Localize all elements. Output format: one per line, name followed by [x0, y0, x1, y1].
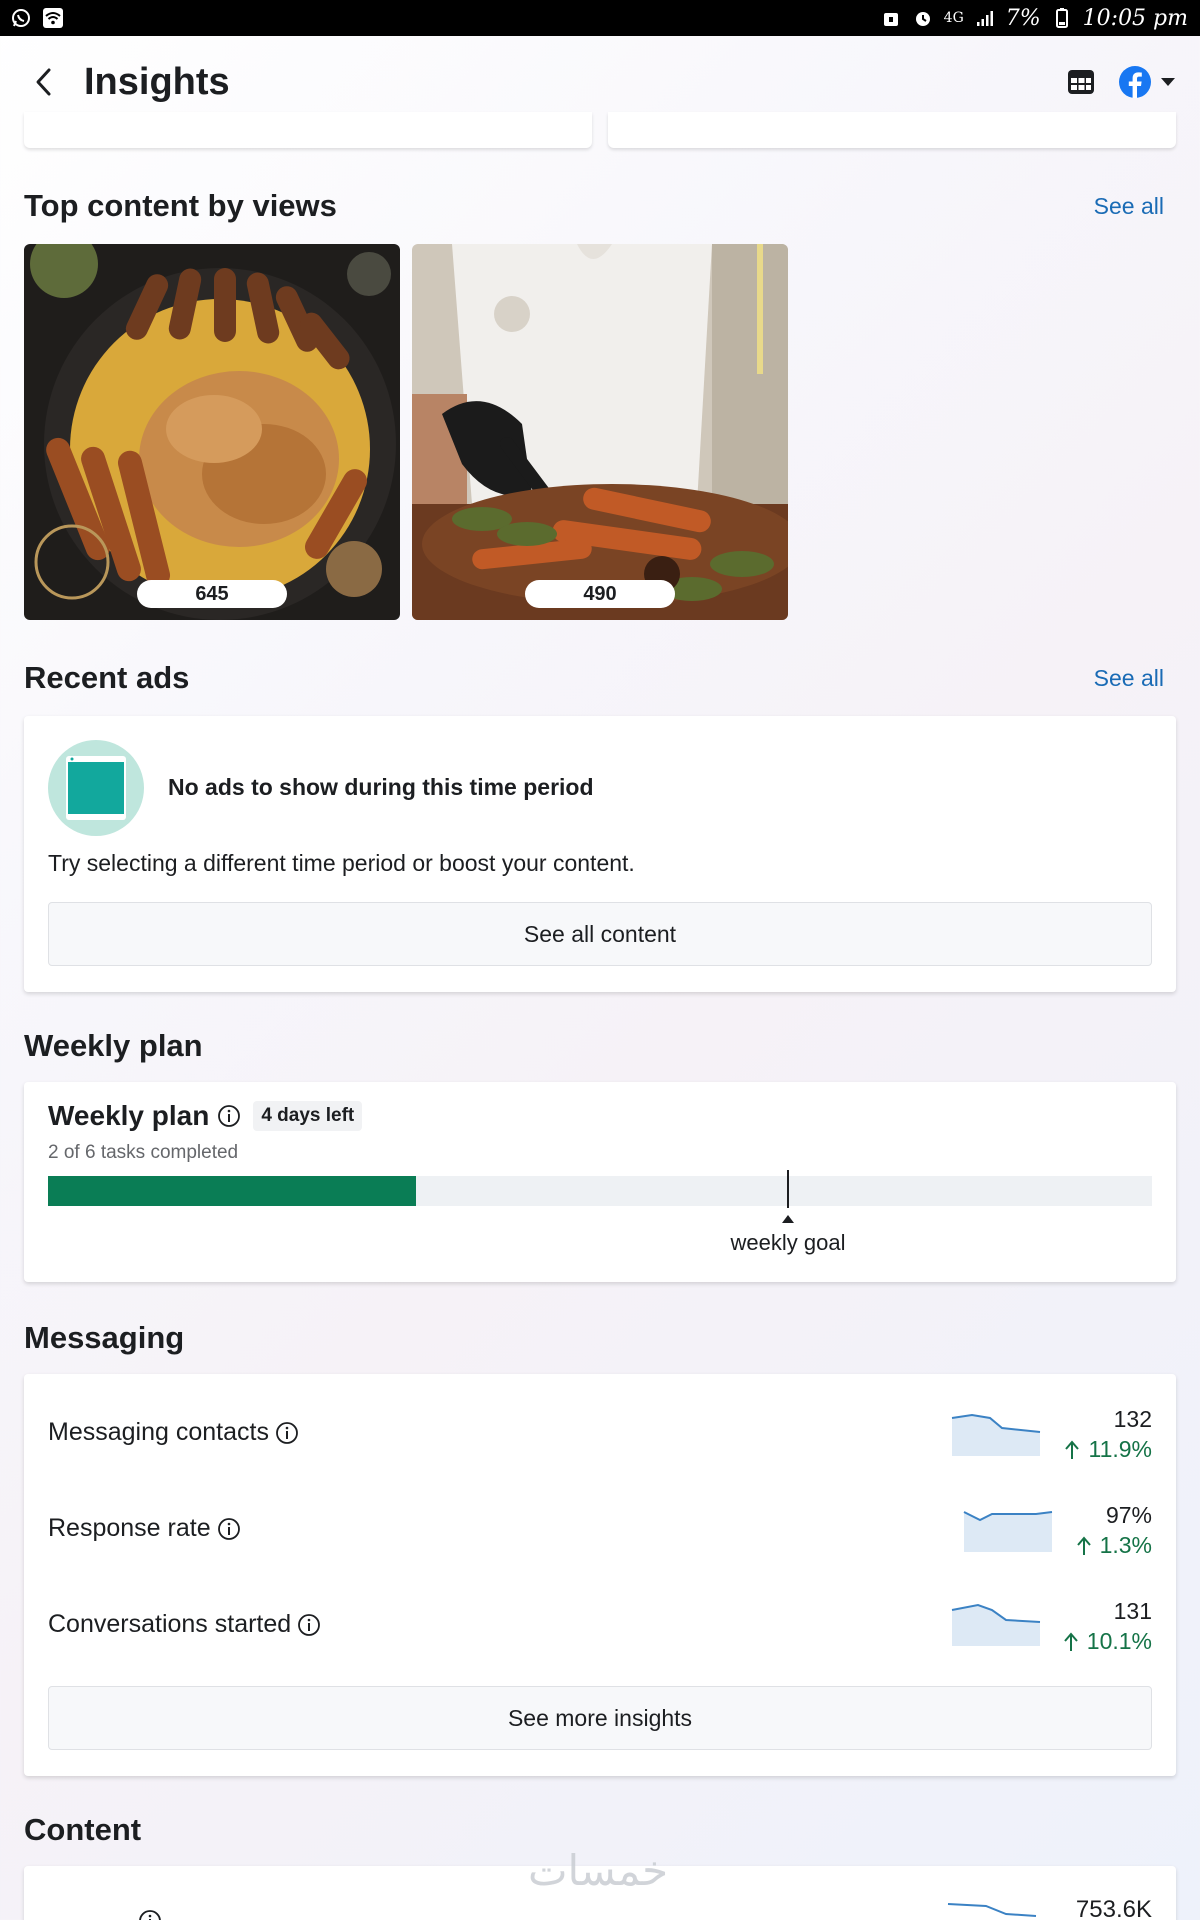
recent-ads-title: Recent ads [24, 660, 190, 695]
chef-serving-image [412, 244, 788, 620]
info-icon[interactable] [217, 1517, 241, 1541]
weekly-plan-progress-fill [48, 1176, 416, 1206]
status-bar: 4G 7% 10:05 pm [0, 0, 1200, 36]
content-section-title: Content [24, 1812, 142, 1847]
metric-label-text: Messaging contacts [48, 1418, 269, 1446]
views-count-badge: 490 [525, 580, 675, 608]
top-content-see-all-link[interactable]: See all [1094, 193, 1164, 220]
metric-label: Response rate [48, 1514, 241, 1543]
signal-icon [976, 11, 993, 26]
metric-value: 131 [1113, 1598, 1152, 1624]
see-more-insights-button[interactable]: See more insights [48, 1686, 1152, 1750]
info-icon[interactable] [217, 1104, 241, 1128]
whatsapp-icon [12, 9, 30, 27]
top-content-item[interactable]: 490 [412, 244, 788, 620]
arrow-up-icon [1076, 1535, 1091, 1555]
lock-notification-icon [883, 13, 898, 26]
top-content-title: Top content by views [24, 188, 337, 223]
weekly-plan-card-title: Weekly plan [48, 1100, 210, 1131]
battery-percent: 7% [1005, 5, 1041, 31]
messaging-contacts-sparkline [951, 1413, 1041, 1456]
content-metric-value: 753.6K [1075, 1896, 1152, 1920]
content-sparkline [947, 1903, 1037, 1917]
table-view-button[interactable] [1066, 67, 1096, 97]
metric-value: 97% [1105, 1502, 1152, 1528]
table-icon [1068, 70, 1094, 94]
metric-change-value: 10.1% [1086, 1628, 1152, 1654]
response-rate-sparkline [963, 1511, 1053, 1552]
messaging-section-title: Messaging [24, 1320, 185, 1355]
weekly-plan-progress-track [48, 1170, 1152, 1223]
top-content-item[interactable]: 645 [24, 244, 400, 620]
caret-down-icon [1161, 78, 1175, 86]
recent-ads-see-all-link[interactable]: See all [1094, 665, 1164, 692]
alarm-icon [915, 12, 930, 26]
ad-placeholder-icon [48, 740, 144, 836]
page-title: Insights [84, 60, 230, 103]
caret-up-icon [782, 1215, 794, 1223]
arrow-up-icon [1065, 1439, 1080, 1459]
summary-card-right-remnant [608, 112, 1176, 148]
metric-change-value: 11.9% [1088, 1436, 1152, 1462]
weekly-goal-label: weekly goal [730, 1230, 846, 1255]
back-button[interactable] [24, 62, 64, 102]
metric-label-text: Conversations started [48, 1610, 292, 1638]
metric-change: 10.1% [1063, 1628, 1152, 1655]
clock: 10:05 pm [1082, 5, 1188, 31]
messaging-card: Messaging contacts 132 11.9% Response ra… [24, 1374, 1176, 1776]
account-switcher-button[interactable] [1118, 65, 1176, 99]
summary-card-left-remnant [24, 112, 592, 148]
arrow-up-icon [1064, 1631, 1078, 1651]
network-type: 4G [943, 10, 964, 26]
weekly-plan-section-title: Weekly plan [24, 1028, 203, 1063]
empty-ads-title: No ads to show during this time period [168, 774, 594, 800]
battery-icon [1055, 8, 1068, 28]
chevron-left-icon [36, 68, 51, 96]
metric-change: 1.3% [1076, 1532, 1152, 1559]
recent-ads-card: No ads to show during this time period T… [24, 716, 1176, 992]
metric-change-value: 1.3% [1099, 1532, 1152, 1558]
facebook-icon [1119, 66, 1151, 98]
days-left-badge: 4 days left [253, 1101, 363, 1131]
weekly-goal-marker [787, 1170, 789, 1208]
wifi-icon [43, 8, 63, 28]
tasks-progress-text: 2 of 6 tasks completed [48, 1142, 239, 1163]
views-count-badge: 645 [137, 580, 287, 608]
metric-change: 11.9% [1064, 1436, 1152, 1463]
conversations-started-sparkline [951, 1603, 1041, 1646]
info-icon[interactable] [297, 1613, 321, 1637]
weekly-plan-card[interactable]: Weekly plan 4 days left 2 of 6 tasks com… [24, 1082, 1176, 1282]
info-icon[interactable] [138, 1909, 162, 1920]
see-all-content-button[interactable]: See all content [48, 902, 1152, 966]
metric-label: Messaging contacts [48, 1418, 299, 1447]
watermark-text: خمسات [528, 1846, 669, 1895]
empty-ads-description: Try selecting a different time period or… [48, 850, 635, 876]
metric-label: Conversations started [48, 1610, 321, 1639]
metric-value: 132 [1113, 1406, 1152, 1432]
metric-label-text: Response rate [48, 1514, 211, 1542]
content-metric-label [48, 1906, 162, 1920]
food-platter-image [24, 244, 400, 620]
info-icon[interactable] [275, 1421, 299, 1445]
